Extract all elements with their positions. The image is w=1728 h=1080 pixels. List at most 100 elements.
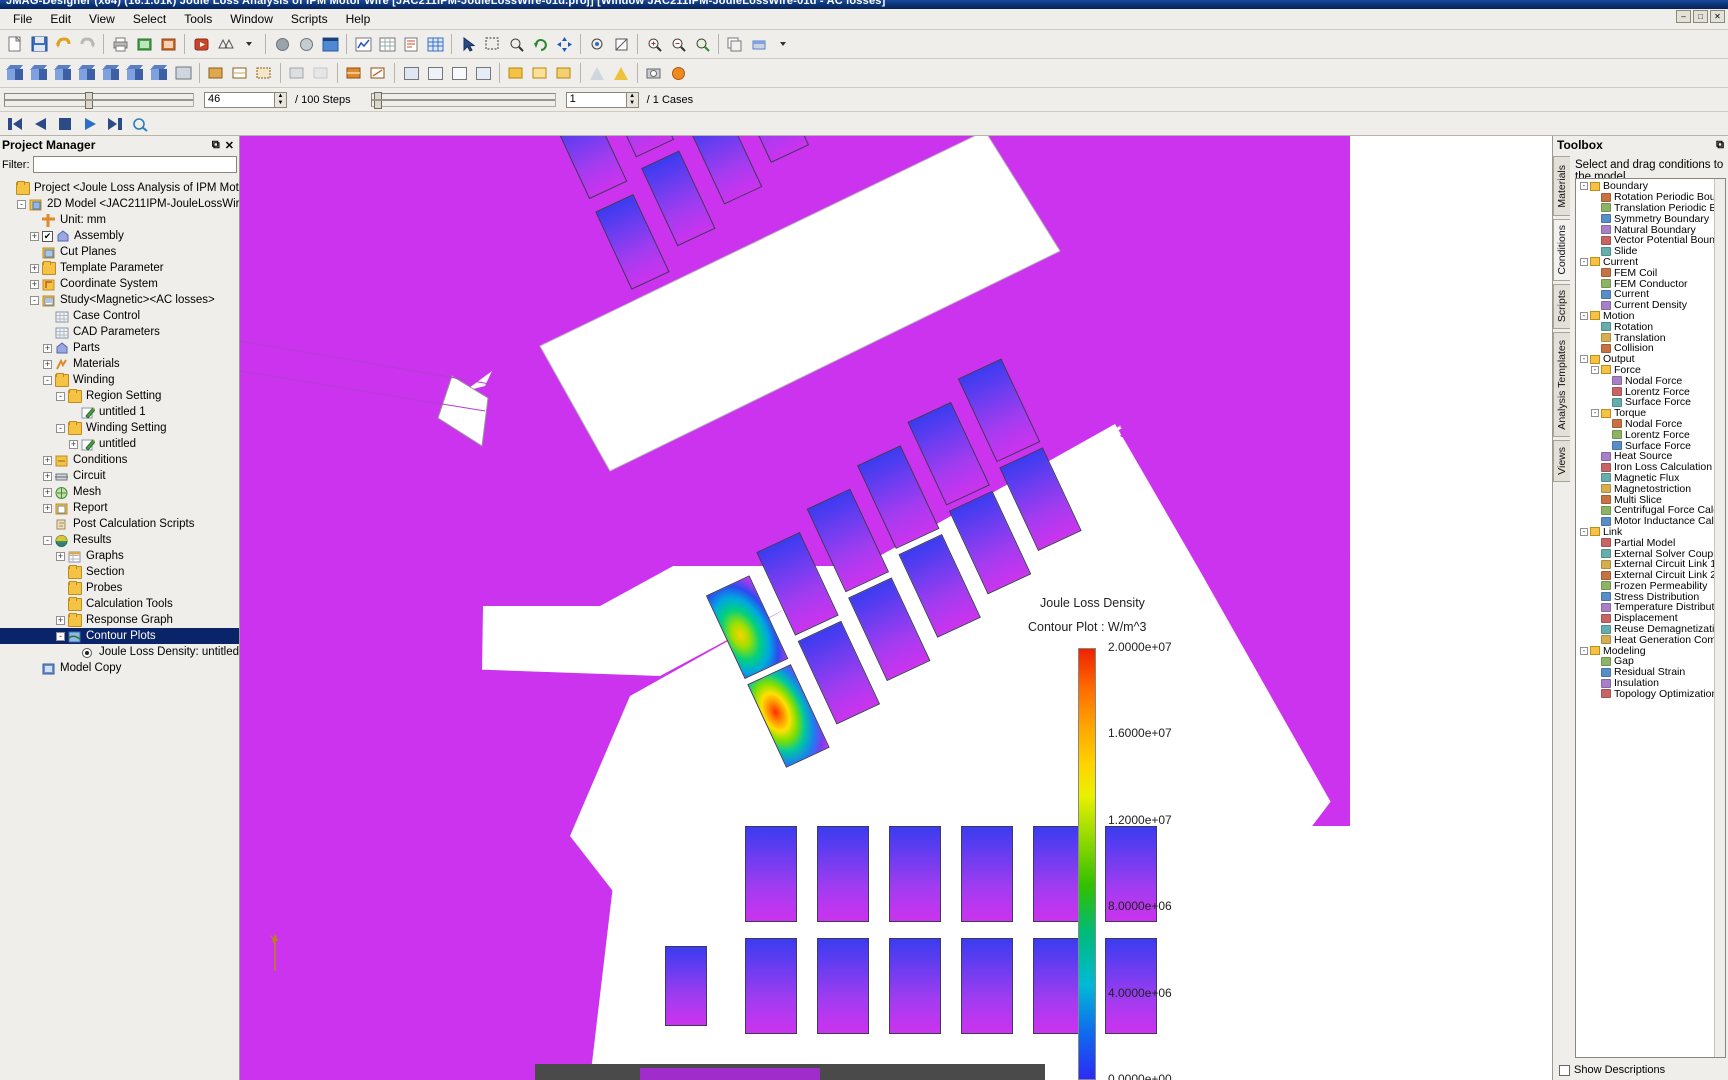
circle-tool-2-icon[interactable] — [295, 33, 317, 55]
condition-tree-item[interactable]: Nodal Force — [1578, 375, 1713, 387]
menu-window[interactable]: Window — [221, 10, 282, 28]
expand-toggle-icon[interactable]: + — [43, 343, 52, 353]
project-tree-item[interactable]: Joule Loss Density: untitled 2 — [0, 644, 239, 660]
view-iso-icon[interactable] — [4, 62, 26, 84]
show-descriptions-checkbox[interactable] — [1559, 1064, 1570, 1076]
condition-tree-item[interactable]: Lorentz Force — [1578, 429, 1713, 441]
geometry-editor-icon[interactable] — [133, 33, 155, 55]
condition-tree-item[interactable]: - Torque — [1578, 407, 1713, 419]
project-tree-item[interactable]: - Winding Setting — [0, 420, 239, 436]
condition-tree-item[interactable]: Rotation Periodic Boundary — [1578, 191, 1725, 203]
cone-yellow-icon[interactable] — [610, 62, 632, 84]
section-icon[interactable] — [610, 33, 632, 55]
collapse-toggle-icon[interactable]: - — [56, 391, 65, 401]
condition-tree-item[interactable]: Frozen Permeability — [1578, 580, 1713, 592]
project-tree-item[interactable]: + Template Parameter — [0, 260, 239, 276]
collapse-toggle-icon[interactable]: - — [43, 375, 52, 385]
result-contour-icon[interactable] — [343, 62, 365, 84]
view-right-icon[interactable] — [100, 62, 122, 84]
toolbox-tab-materials[interactable]: Materials — [1553, 156, 1570, 216]
visibility-checkbox[interactable]: ✔ — [42, 230, 53, 242]
condition-tree-item[interactable]: - Boundary — [1578, 180, 1713, 192]
run-analysis-icon[interactable] — [190, 33, 212, 55]
step-back-icon[interactable] — [29, 114, 51, 134]
condition-tree-item[interactable]: Insulation — [1578, 677, 1713, 689]
condition-tree-item[interactable]: - Force — [1578, 364, 1713, 376]
condition-tree-item[interactable]: Collision — [1578, 342, 1713, 354]
collapse-toggle-icon[interactable]: - — [1580, 646, 1588, 655]
grid-icon[interactable] — [424, 33, 446, 55]
project-filter-input[interactable] — [32, 156, 237, 173]
condition-tree-item[interactable]: Surface Force — [1578, 440, 1713, 452]
skip-first-icon[interactable] — [4, 114, 26, 134]
project-tree-item[interactable]: Project <Joule Loss Analysis of IPM Moto… — [0, 180, 239, 196]
project-tree-item[interactable]: CAD Parameters — [0, 324, 239, 340]
project-tree-item[interactable]: + Response Graph — [0, 612, 239, 628]
condition-tree-item[interactable]: Slide — [1578, 245, 1713, 257]
project-tree-item[interactable]: Cut Planes — [0, 244, 239, 260]
plane-xy-icon[interactable] — [400, 62, 422, 84]
collapse-toggle-icon[interactable]: - — [56, 631, 65, 641]
condition-tree-item[interactable]: - Motion — [1578, 310, 1713, 322]
condition-tree-item[interactable]: Displacement — [1578, 612, 1713, 624]
zoom-window-icon[interactable] — [505, 33, 527, 55]
collapse-toggle-icon[interactable]: - — [1580, 527, 1588, 536]
collapse-toggle-icon[interactable]: - — [43, 535, 52, 545]
project-tree-item[interactable]: - Contour Plots — [0, 628, 239, 644]
condition-tree-item[interactable]: Stress Distribution — [1578, 591, 1713, 603]
print-icon[interactable] — [109, 33, 131, 55]
step-spinner[interactable]: ▲ ▼ — [274, 91, 287, 108]
collapse-toggle-icon[interactable]: - — [1580, 311, 1588, 320]
step-slider-thumb[interactable] — [85, 91, 93, 109]
project-tree-item[interactable]: - Winding — [0, 372, 239, 388]
project-tree-item[interactable]: + Coordinate System — [0, 276, 239, 292]
condition-tree-item[interactable]: Gap — [1578, 655, 1713, 667]
condition-tree-item[interactable]: Nodal Force — [1578, 418, 1713, 430]
toolbox-tab-scripts[interactable]: Scripts — [1553, 284, 1570, 329]
table-icon[interactable] — [376, 33, 398, 55]
view-left-icon[interactable] — [76, 62, 98, 84]
display-window-icon[interactable] — [319, 33, 341, 55]
menu-help[interactable]: Help — [337, 10, 380, 28]
report-icon[interactable] — [400, 33, 422, 55]
condition-tree-item[interactable]: Reuse Demagnetization — [1578, 623, 1725, 635]
project-tree-item[interactable]: + ✔ Assembly — [0, 228, 239, 244]
project-tree-item[interactable]: + Parts — [0, 340, 239, 356]
menu-edit[interactable]: Edit — [41, 10, 80, 28]
condition-tree-item[interactable]: Symmetry Boundary — [1578, 213, 1713, 225]
project-tree-item[interactable]: Post Calculation Scripts — [0, 516, 239, 532]
menu-file[interactable]: File — [4, 10, 41, 28]
expand-toggle-icon[interactable]: + — [56, 551, 65, 561]
view-top-icon[interactable] — [124, 62, 146, 84]
step-input[interactable]: 46 — [204, 91, 274, 108]
toolbox-vertical-tabs[interactable]: Materials Conditions Scripts Analysis Templ… — [1553, 156, 1571, 1056]
project-tree-item[interactable]: - Study<Magnetic><AC losses> — [0, 292, 239, 308]
zoom-fit-icon[interactable] — [691, 33, 713, 55]
condition-tree-item[interactable]: Iron Loss Calculation — [1578, 461, 1713, 473]
menu-scripts[interactable]: Scripts — [282, 10, 337, 28]
chevron-down-2-icon[interactable] — [772, 33, 794, 55]
condition-tree-item[interactable]: Current — [1578, 288, 1713, 300]
project-tree-item[interactable]: Calculation Tools — [0, 596, 239, 612]
condition-tree-item[interactable]: Heat Generation Component — [1578, 634, 1725, 646]
view-fit-icon[interactable] — [172, 62, 194, 84]
expand-toggle-icon[interactable]: + — [43, 503, 52, 513]
collapse-toggle-icon[interactable]: - — [1580, 355, 1588, 364]
condition-tree-item[interactable]: Motor Inductance Calculation — [1578, 515, 1725, 527]
case-input[interactable]: 1 — [565, 91, 626, 108]
project-tree-item[interactable]: + Materials — [0, 356, 239, 372]
plane-yz-icon[interactable] — [424, 62, 446, 84]
box-yellow-3-icon[interactable] — [553, 62, 575, 84]
collapse-toggle-icon[interactable]: - — [1591, 365, 1599, 374]
condition-tree-item[interactable]: Vector Potential Boundary — [1578, 234, 1725, 246]
condition-tree-item[interactable]: - Current — [1578, 256, 1713, 268]
chevron-down-icon[interactable] — [238, 33, 260, 55]
view-bottom-icon[interactable] — [148, 62, 170, 84]
project-tree-item[interactable]: Model Copy — [0, 660, 239, 676]
condition-tree-item[interactable]: - Modeling — [1578, 645, 1713, 657]
project-tree-item[interactable]: - 2D Model <JAC211IPM-JouleLossWire-01d> — [0, 196, 239, 212]
new-icon[interactable] — [4, 33, 26, 55]
result-vector-icon[interactable] — [367, 62, 389, 84]
project-tree-item[interactable]: + Circuit — [0, 468, 239, 484]
close-button[interactable]: ✕ — [1710, 10, 1725, 23]
